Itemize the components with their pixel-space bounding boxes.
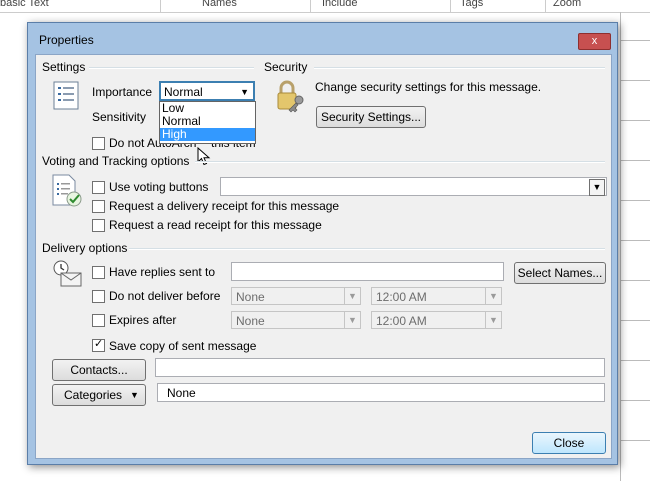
bg-column-zoom: Zoom bbox=[553, 0, 582, 9]
bg-column-basic-text: basic Text bbox=[0, 0, 49, 9]
bg-column-tags: Tags bbox=[460, 0, 484, 9]
chevron-down-icon: ▼ bbox=[240, 87, 249, 97]
read-receipt-checkbox[interactable] bbox=[92, 219, 105, 232]
do-not-deliver-time-select[interactable]: 12:00 AM ▼ bbox=[371, 287, 502, 305]
categories-button-label: Categories bbox=[64, 388, 123, 402]
settings-list-icon bbox=[53, 81, 79, 110]
security-divider bbox=[314, 67, 605, 69]
background-row-line bbox=[620, 200, 650, 201]
select-names-button[interactable]: Select Names... bbox=[514, 262, 606, 284]
background-row-line bbox=[620, 120, 650, 121]
have-replies-checkbox[interactable] bbox=[92, 266, 105, 279]
voting-document-icon bbox=[51, 173, 83, 208]
use-voting-buttons-label: Use voting buttons bbox=[109, 180, 209, 194]
contacts-button-label: Contacts... bbox=[70, 363, 128, 377]
expires-date-value: None bbox=[236, 314, 265, 328]
save-copy-checkbox[interactable] bbox=[92, 337, 105, 352]
settings-section-label: Settings bbox=[42, 60, 86, 74]
lock-key-icon bbox=[275, 80, 307, 113]
importance-select[interactable]: Normal ▼ bbox=[159, 81, 255, 101]
background-row-line bbox=[620, 320, 650, 321]
voting-buttons-combo[interactable]: ▼ bbox=[220, 177, 607, 196]
mouse-cursor-icon bbox=[197, 146, 211, 167]
select-names-button-label: Select Names... bbox=[517, 266, 603, 280]
chevron-down-icon: ▼ bbox=[344, 312, 360, 328]
chevron-down-icon: ▼ bbox=[130, 390, 139, 400]
do-not-deliver-time-value: 12:00 AM bbox=[376, 290, 427, 304]
close-button[interactable]: Close bbox=[532, 432, 606, 454]
background-row-line bbox=[620, 40, 650, 41]
security-description: Change security settings for this messag… bbox=[315, 80, 542, 94]
bg-column-include: Include bbox=[322, 0, 358, 9]
chevron-down-icon: ▼ bbox=[344, 288, 360, 304]
background-column-header: basic Text Names Include Tags Zoom bbox=[0, 0, 650, 13]
close-icon: x bbox=[591, 35, 598, 47]
sensitivity-label: Sensitivity bbox=[92, 110, 147, 124]
delivery-receipt-checkbox[interactable] bbox=[92, 200, 105, 213]
background-row-line bbox=[620, 280, 650, 281]
background-row-line bbox=[620, 80, 650, 81]
importance-dropdown-list: Low Normal High bbox=[159, 101, 256, 144]
security-section-label: Security bbox=[264, 60, 308, 74]
bg-column-names: Names bbox=[202, 0, 237, 9]
expires-time-select[interactable]: 12:00 AM ▼ bbox=[371, 311, 502, 329]
do-not-deliver-label: Do not deliver before bbox=[109, 289, 221, 303]
dialog-titlebar[interactable]: Properties x bbox=[28, 23, 617, 54]
do-not-deliver-checkbox[interactable] bbox=[92, 290, 105, 303]
chevron-down-icon[interactable]: ▼ bbox=[589, 179, 605, 196]
use-voting-buttons-checkbox[interactable] bbox=[92, 181, 105, 194]
do-not-autoarchive-checkbox[interactable] bbox=[92, 137, 105, 150]
delivery-divider bbox=[129, 248, 605, 250]
delivery-envelope-clock-icon bbox=[51, 259, 83, 289]
security-settings-button[interactable]: Security Settings... bbox=[316, 106, 426, 128]
background-row-line bbox=[620, 240, 650, 241]
contacts-button[interactable]: Contacts... bbox=[52, 359, 146, 381]
have-replies-label: Have replies sent to bbox=[109, 265, 216, 279]
voting-section-label: Voting and Tracking options bbox=[42, 154, 190, 168]
background-row-line bbox=[620, 400, 650, 401]
background-row-line bbox=[620, 160, 650, 161]
do-not-deliver-date-value: None bbox=[236, 290, 265, 304]
categories-value-field: None bbox=[157, 383, 605, 402]
voting-divider bbox=[195, 161, 605, 163]
security-settings-button-label: Security Settings... bbox=[320, 110, 422, 124]
delivery-receipt-label: Request a delivery receipt for this mess… bbox=[109, 199, 340, 213]
settings-divider bbox=[89, 67, 254, 69]
close-button-label: Close bbox=[553, 436, 585, 450]
expires-date-select[interactable]: None ▼ bbox=[231, 311, 361, 329]
dialog-title: Properties bbox=[39, 33, 94, 47]
categories-value: None bbox=[167, 386, 196, 400]
chevron-down-icon: ▼ bbox=[485, 312, 501, 328]
expires-after-checkbox[interactable] bbox=[92, 314, 105, 327]
importance-label: Importance bbox=[92, 85, 153, 99]
do-not-deliver-date-select[interactable]: None ▼ bbox=[231, 287, 361, 305]
titlebar-close-button[interactable]: x bbox=[578, 33, 611, 50]
background-row-line bbox=[620, 360, 650, 361]
delivery-section-label: Delivery options bbox=[42, 241, 128, 255]
read-receipt-label: Request a read receipt for this message bbox=[109, 218, 322, 232]
categories-button[interactable]: Categories ▼ bbox=[52, 384, 146, 406]
expires-after-label: Expires after bbox=[109, 313, 177, 327]
properties-dialog: Properties x Settings Importance Normal … bbox=[27, 22, 618, 465]
dialog-client-area: Settings Importance Normal ▼ Sensitivity… bbox=[35, 54, 612, 459]
importance-option-high[interactable]: High bbox=[160, 128, 255, 141]
expires-time-value: 12:00 AM bbox=[376, 314, 427, 328]
background-row-line bbox=[620, 440, 650, 441]
background-divider bbox=[620, 12, 621, 481]
have-replies-input[interactable] bbox=[231, 262, 504, 281]
chevron-down-icon: ▼ bbox=[485, 288, 501, 304]
contacts-input[interactable] bbox=[155, 358, 605, 377]
save-copy-label: Save copy of sent message bbox=[109, 339, 257, 353]
importance-select-value: Normal bbox=[164, 85, 203, 99]
